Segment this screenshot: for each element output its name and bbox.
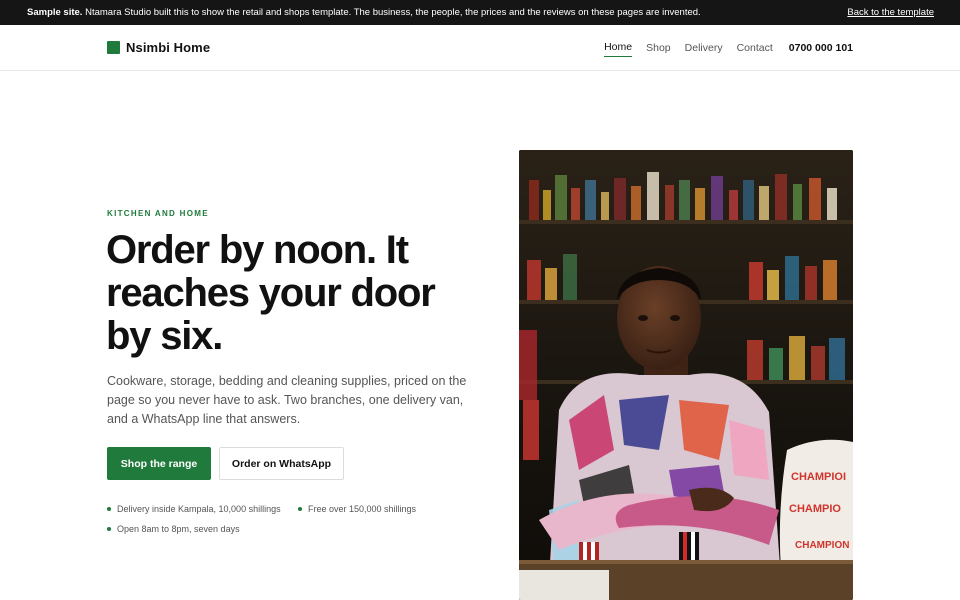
back-to-template-link[interactable]: Back to the template [847, 7, 934, 18]
sack-text: CHAMPION [795, 540, 849, 551]
banner-message: Sample site. Ntamara Studio built this t… [27, 7, 701, 18]
sack-text: CHAMPIO [789, 503, 841, 515]
order-on-whatsapp-button[interactable]: Order on WhatsApp [219, 447, 344, 480]
fact-item: Delivery inside Kampala, 10,000 shilling… [107, 504, 281, 514]
fact-text: Open 8am to 8pm, seven days [117, 524, 240, 534]
nav-shop[interactable]: Shop [646, 42, 671, 57]
hero-headline: Order by noon. It reaches your door by s… [106, 228, 436, 358]
main-nav: Home Shop Delivery Contact 0700 000 101 [590, 41, 853, 57]
phone-number[interactable]: 0700 000 101 [789, 42, 853, 57]
fact-item: Open 8am to 8pm, seven days [107, 524, 240, 534]
nav-home[interactable]: Home [604, 41, 633, 57]
banner-text: Ntamara Studio built this to show the re… [85, 7, 701, 18]
bullet-dot-icon [298, 507, 302, 511]
brand-logo[interactable]: Nsimbi Home [107, 40, 210, 55]
nav-delivery[interactable]: Delivery [685, 42, 723, 57]
hero-eyebrow: KITCHEN AND HOME [107, 209, 209, 218]
hero-photo-shopkeeper: CHAMPIOI CHAMPIO CHAMPION [519, 150, 853, 600]
brand-square-icon [107, 41, 120, 54]
fact-text: Free over 150,000 shillings [308, 504, 417, 514]
brand-name: Nsimbi Home [126, 40, 211, 55]
hero-description: Cookware, storage, bedding and cleaning … [107, 374, 467, 426]
site-header: Nsimbi Home Home Shop Delivery Contact 0… [0, 25, 960, 71]
fact-text: Delivery inside Kampala, 10,000 shilling… [117, 504, 281, 514]
sack-text: CHAMPIOI [791, 471, 846, 483]
nav-contact[interactable]: Contact [737, 42, 773, 57]
shopkeeper-illustration: CHAMPIOI CHAMPIO CHAMPION [519, 150, 853, 600]
banner-label: Sample site. [27, 7, 83, 18]
sample-site-banner: Sample site. Ntamara Studio built this t… [0, 0, 960, 25]
shop-the-range-button[interactable]: Shop the range [107, 447, 211, 480]
fact-item: Free over 150,000 shillings [298, 504, 416, 514]
bullet-dot-icon [107, 527, 111, 531]
bullet-dot-icon [107, 507, 111, 511]
